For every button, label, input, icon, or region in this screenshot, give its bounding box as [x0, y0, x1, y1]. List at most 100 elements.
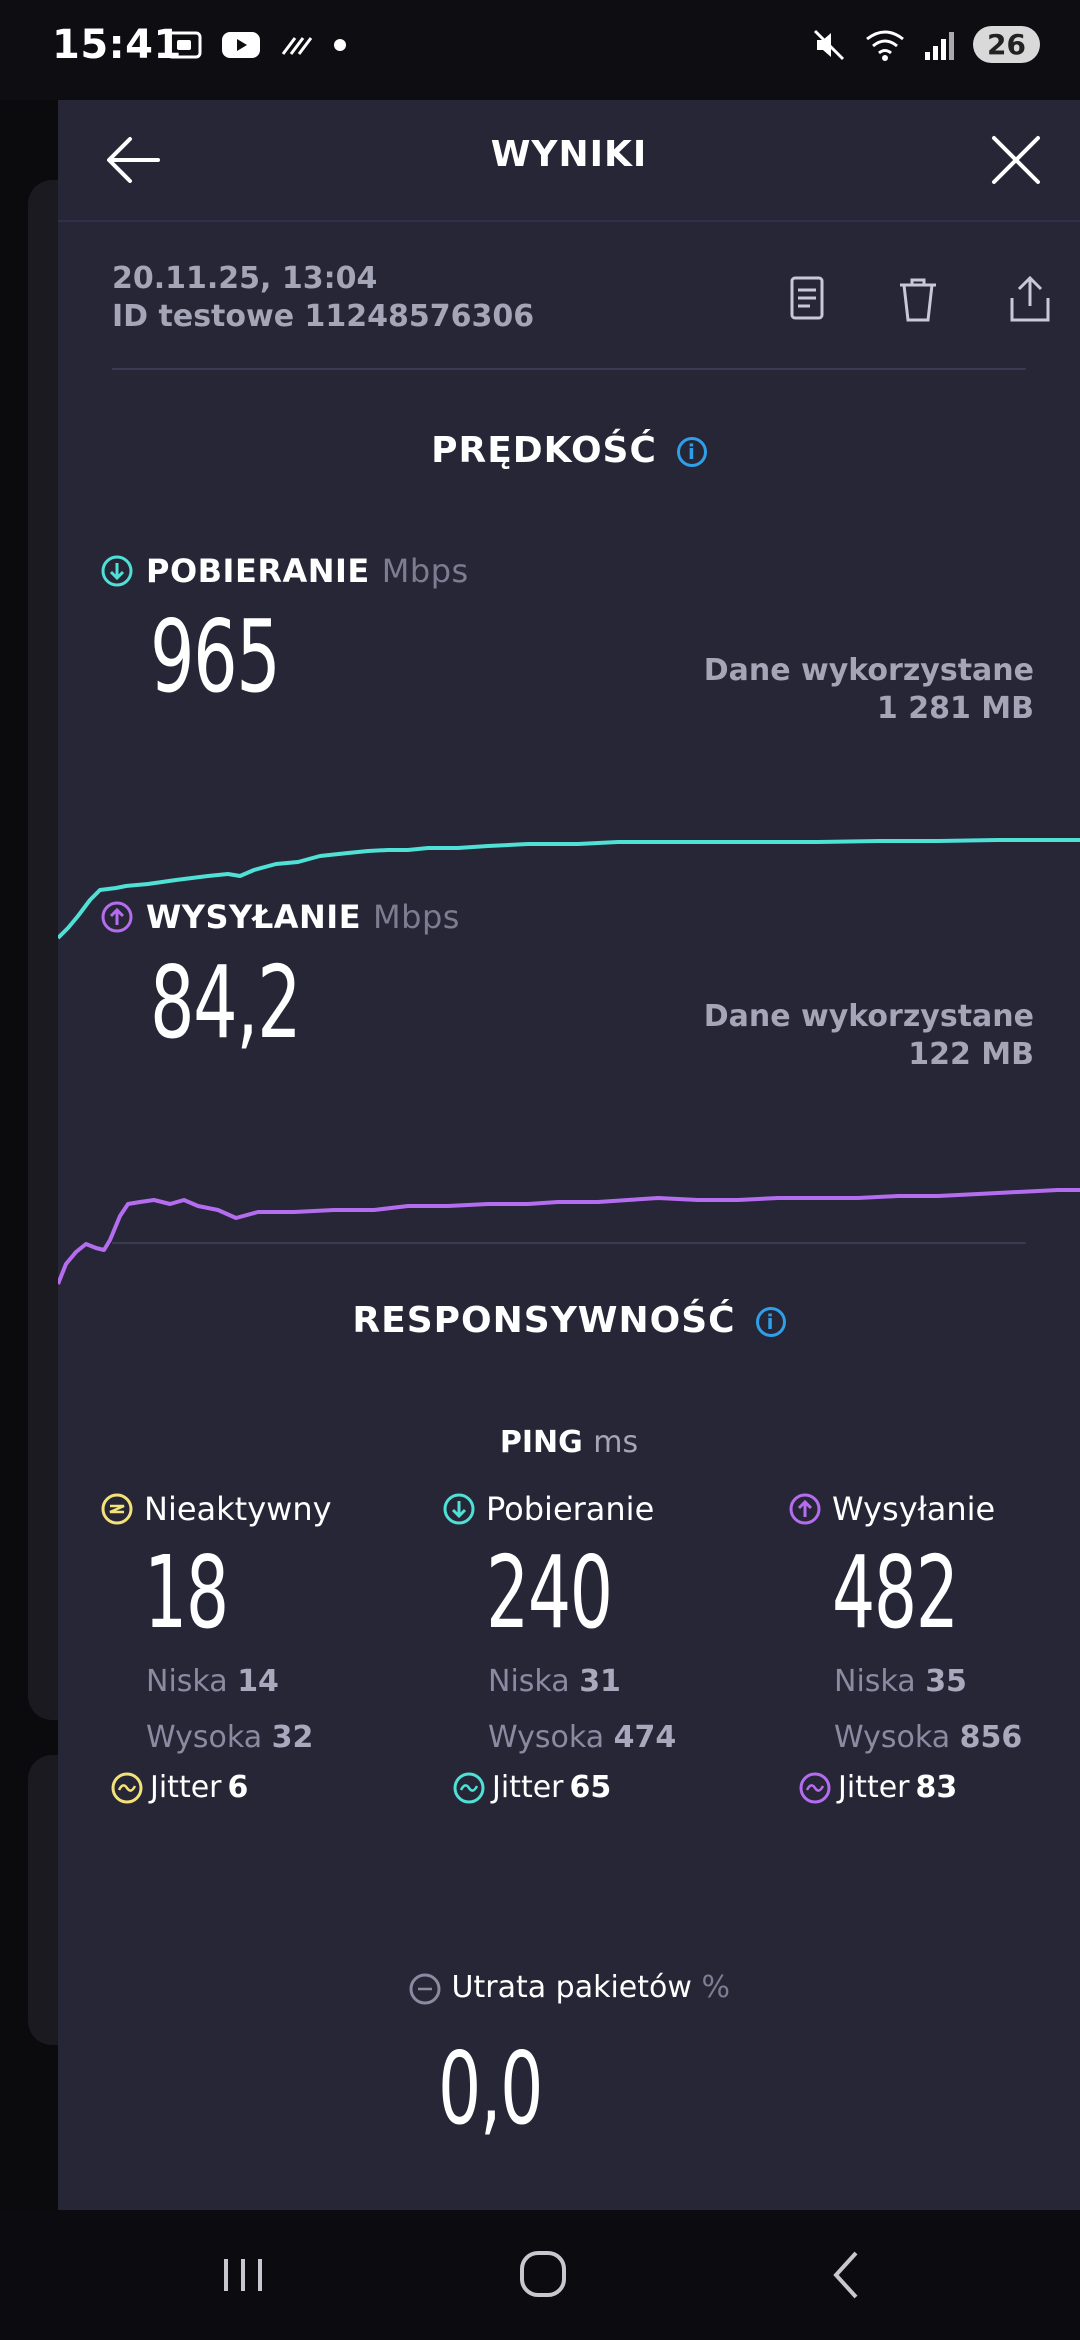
jitter-value: 6 — [227, 1770, 249, 1805]
high-value: 856 — [959, 1720, 1023, 1755]
download-label-text: POBIERANIE — [146, 552, 370, 590]
divider — [112, 1242, 1026, 1244]
ping-download-low: Niska 31 — [488, 1654, 742, 1710]
delete-trash-icon[interactable] — [888, 270, 948, 330]
ping-upload-header: Wysyłanie — [788, 1490, 1080, 1528]
ping-download-high: Wysoka 474 — [488, 1710, 742, 1766]
download-used-label: Dane wykorzystane — [703, 653, 1034, 688]
dot-icon — [334, 39, 346, 51]
download-speed-value: 965 — [150, 598, 281, 715]
status-system-icons: 26 — [811, 26, 1040, 63]
test-id: ID testowe 11248576306 — [112, 299, 535, 334]
ping-label: PING — [499, 1425, 583, 1460]
download-unit: Mbps — [381, 552, 469, 590]
ping-download-label: Pobieranie — [486, 1490, 655, 1528]
ping-idle-high: Wysoka 32 — [146, 1710, 400, 1766]
details-document-icon[interactable] — [776, 270, 836, 330]
upload-speed-value: 84,2 — [150, 944, 302, 1061]
ping-idle-label: Nieaktywny — [144, 1490, 332, 1528]
packet-loss-unit: % — [701, 1970, 730, 2005]
upload-used-label: Dane wykorzystane — [703, 999, 1034, 1034]
test-datetime: 20.11.25, 13:04 — [112, 261, 378, 296]
upload-unit: Mbps — [373, 898, 460, 936]
packet-loss-icon — [409, 1973, 441, 2004]
jitter-wave-icon — [111, 1772, 143, 1803]
jitter-value: 65 — [569, 1770, 612, 1805]
speed-title-text: PRĘDKOŚĆ — [431, 430, 657, 471]
upload-speed-graph — [58, 1188, 1080, 1285]
status-notification-icons — [165, 28, 347, 62]
result-actions — [776, 270, 1060, 330]
responsiveness-title-text: RESPONSYWNOŚĆ — [352, 1300, 736, 1341]
upload-data-used: Dane wykorzystane 122 MB — [704, 998, 1034, 1074]
ping-idle-header: Nieaktywny — [100, 1490, 400, 1528]
dnd-sync-icon — [281, 37, 313, 55]
upload-arrow-icon — [789, 1493, 821, 1525]
low-value: 31 — [579, 1664, 621, 1699]
low-label: Niska — [834, 1664, 916, 1699]
speed-section-title: PRĘDKOŚĆ i — [58, 430, 1080, 471]
youtube-icon — [222, 32, 260, 58]
status-time: 15:41 — [52, 22, 182, 68]
recent-apps-icon[interactable] — [208, 2245, 278, 2305]
close-icon[interactable] — [978, 122, 1054, 198]
ping-idle-low: Niska 14 — [146, 1654, 400, 1710]
jitter-value: 83 — [915, 1770, 958, 1805]
upload-used-value: 122 MB — [908, 1037, 1034, 1072]
packet-loss-label: Utrata pakietów % — [58, 1970, 1080, 2006]
test-meta: 20.11.25, 13:04 ID testowe 11248576306 — [112, 260, 534, 336]
upload-label-text: WYSYŁANIE — [146, 898, 362, 936]
screen-record-icon — [166, 31, 202, 59]
header: WYNIKI — [58, 100, 1080, 222]
ping-download-value: 240 — [486, 1534, 613, 1651]
ping-download-header: Pobieranie — [442, 1490, 742, 1528]
upload-label: WYSYŁANIE Mbps — [100, 898, 460, 936]
ping-title: PING ms — [58, 1425, 1080, 1460]
packet-loss-label-text: Utrata pakietów — [451, 1970, 692, 2005]
high-label: Wysoka — [146, 1720, 263, 1755]
jitter-label: Jitter — [838, 1770, 910, 1805]
system-navigation-bar — [0, 2210, 1080, 2340]
mute-icon — [813, 29, 845, 60]
divider — [112, 368, 1026, 370]
home-icon[interactable] — [508, 2245, 578, 2305]
jitter-wave-icon — [453, 1772, 485, 1803]
ping-upload-low: Niska 35 — [834, 1654, 1080, 1710]
signal-icon — [925, 31, 955, 60]
high-value: 32 — [271, 1720, 314, 1755]
back-nav-icon[interactable] — [812, 2245, 882, 2305]
ping-idle-value: 18 — [144, 1534, 229, 1651]
high-value: 474 — [613, 1720, 677, 1755]
info-icon[interactable]: i — [676, 437, 707, 467]
download-label: POBIERANIE Mbps — [100, 552, 469, 590]
ping-download-column: Pobieranie 240 Niska 31 Wysoka 474 Jitte… — [442, 1490, 742, 1805]
ping-upload-label: Wysyłanie — [832, 1490, 996, 1528]
ping-download-jitter: Jitter 65 — [452, 1770, 742, 1805]
info-icon[interactable]: i — [755, 1307, 786, 1337]
responsiveness-section-title: RESPONSYWNOŚĆ i — [58, 1300, 1080, 1341]
results-sheet: WYNIKI 20.11.25, 13:04 ID testowe 112485… — [58, 100, 1080, 2210]
upload-arrow-icon — [101, 901, 133, 933]
page-title: WYNIKI — [490, 134, 648, 175]
download-used-value: 1 281 MB — [876, 691, 1034, 726]
low-label: Niska — [488, 1664, 570, 1699]
high-label: Wysoka — [488, 1720, 605, 1755]
jitter-wave-icon — [799, 1772, 831, 1803]
low-label: Niska — [146, 1664, 228, 1699]
low-value: 35 — [925, 1664, 967, 1699]
download-data-used: Dane wykorzystane 1 281 MB — [704, 652, 1034, 728]
download-arrow-icon — [101, 555, 133, 587]
status-bar: 15:41 26 — [0, 0, 1080, 100]
idle-bolt-icon — [101, 1493, 133, 1525]
ping-idle-jitter: Jitter 6 — [110, 1770, 400, 1805]
wifi-icon — [866, 30, 904, 61]
high-label: Wysoka — [834, 1720, 951, 1755]
ping-upload-high: Wysoka 856 — [834, 1710, 1080, 1766]
jitter-label: Jitter — [150, 1770, 222, 1805]
packet-loss-value: 0,0 — [438, 2030, 543, 2147]
jitter-label: Jitter — [492, 1770, 564, 1805]
share-icon[interactable] — [1000, 270, 1060, 330]
ping-upload-column: Wysyłanie 482 Niska 35 Wysoka 856 Jitter… — [788, 1490, 1080, 1805]
download-arrow-icon — [443, 1493, 475, 1525]
low-value: 14 — [237, 1664, 279, 1699]
